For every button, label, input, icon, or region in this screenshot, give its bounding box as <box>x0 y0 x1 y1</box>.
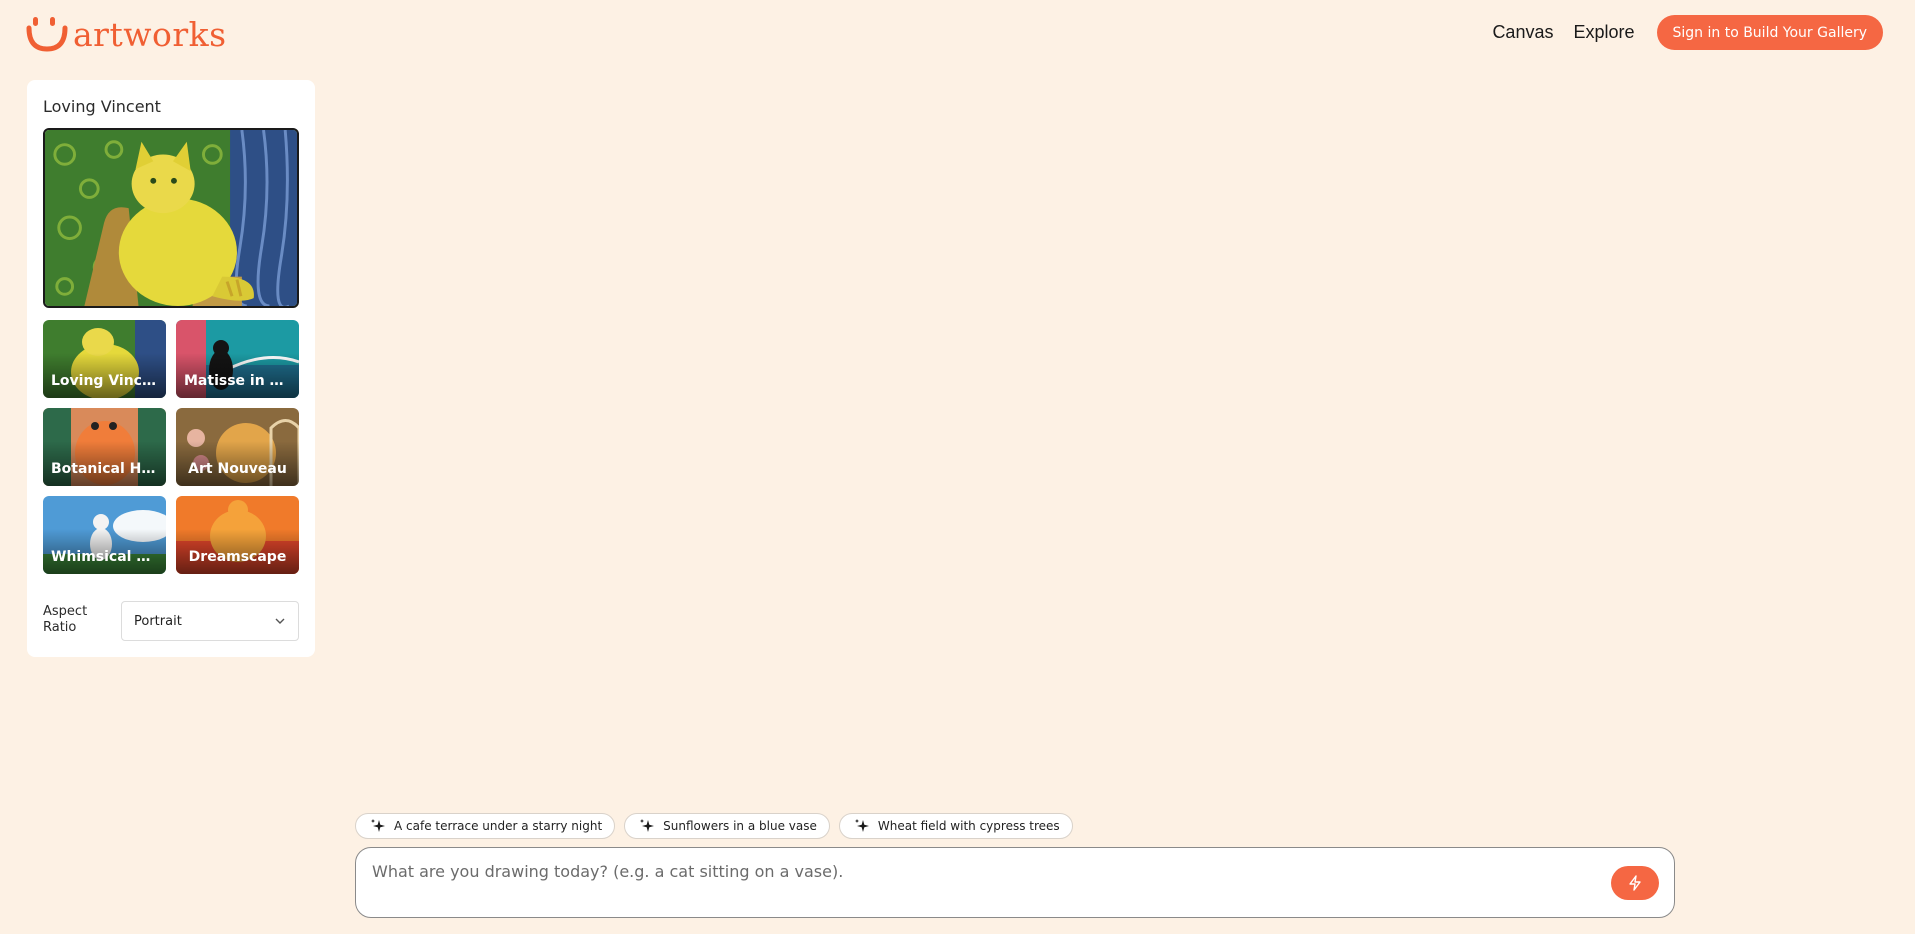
style-card-label: Matisse in Ni... <box>184 373 291 389</box>
suggestion-label: Wheat field with cypress trees <box>877 819 1060 833</box>
sparkles-icon <box>854 819 869 832</box>
top-nav: Canvas Explore Sign in to Build Your Gal… <box>1492 15 1883 50</box>
style-grid: Loving Vince... Matisse in Ni... Botanic… <box>43 320 299 574</box>
sparkles-icon <box>371 819 385 832</box>
prompt-input[interactable] <box>372 860 1572 882</box>
style-card-label: Loving Vince... <box>51 373 158 389</box>
style-panel: Loving Vincent Loving Vince... Matisse i… <box>27 80 315 657</box>
sparkles-icon <box>640 819 655 832</box>
suggestion-chip-cafe-terrace[interactable]: A cafe terrace under a starry night <box>355 813 616 839</box>
style-card-whimsical-anime[interactable]: Whimsical A... <box>43 496 166 574</box>
style-card-label: Botanical Ha... <box>51 461 158 477</box>
lightning-icon <box>1629 875 1641 891</box>
style-card-label: Art Nouveau <box>188 461 287 477</box>
style-card-label: Whimsical A... <box>51 549 158 565</box>
app-page: artworks Canvas Explore Sign in to Build… <box>0 0 1915 934</box>
style-card-matisse-in-nice[interactable]: Matisse in Ni... <box>176 320 299 398</box>
style-card-loving-vincent[interactable]: Loving Vince... <box>43 320 166 398</box>
sign-in-button[interactable]: Sign in to Build Your Gallery <box>1656 15 1883 50</box>
smile-logo-icon <box>26 17 68 52</box>
aspect-ratio-label: Aspect Ratio <box>43 604 88 635</box>
style-card-dreamscape[interactable]: Dreamscape <box>176 496 299 574</box>
style-card-art-nouveau[interactable]: Art Nouveau <box>176 408 299 486</box>
prompt-box <box>355 847 1675 918</box>
brand-name: artworks <box>73 14 227 54</box>
prompt-suggestions: A cafe terrace under a starry night Sunf… <box>355 813 1082 839</box>
style-card-label: Dreamscape <box>188 549 287 565</box>
suggestion-label: A cafe terrace under a starry night <box>394 819 603 833</box>
style-card-botanical-haven[interactable]: Botanical Ha... <box>43 408 166 486</box>
suggestion-chip-wheat-field[interactable]: Wheat field with cypress trees <box>838 813 1073 839</box>
suggestion-chip-sunflowers[interactable]: Sunflowers in a blue vase <box>624 813 830 839</box>
nav-link-explore[interactable]: Explore <box>1573 22 1634 43</box>
aspect-ratio-select[interactable]: Portrait <box>121 601 299 641</box>
chevron-down-icon <box>275 618 285 624</box>
brand-logo[interactable]: artworks <box>26 14 227 54</box>
nav-link-canvas[interactable]: Canvas <box>1492 22 1553 43</box>
aspect-ratio-value: Portrait <box>134 613 182 629</box>
generate-button[interactable] <box>1611 866 1659 900</box>
suggestion-label: Sunflowers in a blue vase <box>663 819 817 833</box>
style-preview-image <box>43 128 299 308</box>
selected-style-title: Loving Vincent <box>43 97 161 116</box>
